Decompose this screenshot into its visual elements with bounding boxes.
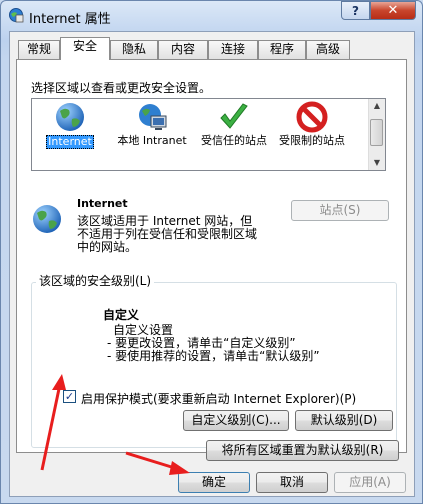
- default-level-button[interactable]: 默认级别(D): [295, 410, 393, 431]
- tab-privacy[interactable]: 隐私: [110, 40, 158, 59]
- zone-label: 本地 Intranet: [117, 134, 187, 147]
- scroll-down-arrow-icon[interactable]: ▼: [369, 156, 385, 170]
- help-button[interactable]: ?: [341, 1, 370, 20]
- tab-programs[interactable]: 程序: [258, 40, 306, 59]
- tab-general[interactable]: 常规: [18, 40, 60, 59]
- internet-properties-window: Internet 属性 ? ✕ 常规 安全 隐私 内容 连接 程序 高级 选择区…: [0, 0, 423, 504]
- security-tab-panel: 选择区域以查看或更改安全设置。 Internet 本地 Intranet 受信任…: [16, 59, 407, 461]
- apply-button[interactable]: 应用(A): [334, 472, 406, 493]
- protected-mode-checkbox[interactable]: ✓: [63, 390, 76, 403]
- zone-label: 受信任的站点: [201, 134, 267, 147]
- dialog-client-area: 常规 安全 隐私 内容 连接 程序 高级 选择区域以查看或更改安全设置。 Int…: [9, 31, 415, 497]
- ok-button[interactable]: 确定: [178, 472, 250, 493]
- security-level-title: 自定义: [103, 308, 140, 322]
- zone-list[interactable]: Internet 本地 Intranet 受信任的站点 受限制的站点 ▲ ▼: [31, 98, 386, 171]
- reset-all-zones-button[interactable]: 将所有区域重置为默认级别(R): [206, 440, 399, 461]
- cancel-button[interactable]: 取消: [256, 472, 328, 493]
- internet-options-icon: [9, 8, 24, 23]
- scroll-thumb[interactable]: [370, 119, 383, 146]
- zone-list-scrollbar[interactable]: ▲ ▼: [368, 99, 385, 170]
- tab-advanced[interactable]: 高级: [306, 40, 350, 59]
- sites-button[interactable]: 站点(S): [291, 200, 389, 221]
- globe-icon: [56, 103, 84, 131]
- zone-trusted-sites[interactable]: 受信任的站点: [198, 101, 270, 147]
- selected-zone-description: 该区域适用于 Internet 网站，但不适用于列在受信任和受限制区域中的网站。: [77, 214, 258, 254]
- zone-local-intranet[interactable]: 本地 Intranet: [116, 101, 188, 147]
- close-button[interactable]: ✕: [370, 1, 416, 20]
- tab-connections[interactable]: 连接: [208, 40, 258, 59]
- scroll-up-arrow-icon[interactable]: ▲: [369, 99, 385, 113]
- protected-mode-label[interactable]: 启用保护模式(要求重新启动 Internet Explorer)(P): [81, 390, 356, 407]
- title-bar[interactable]: Internet 属性 ? ✕: [1, 1, 422, 31]
- zone-instruction: 选择区域以查看或更改安全设置。: [31, 81, 212, 95]
- zone-internet[interactable]: Internet: [34, 101, 106, 149]
- restricted-icon: [296, 101, 328, 133]
- zone-label: 受限制的站点: [279, 134, 345, 147]
- security-level-group-label: 该区域的安全级别(L): [36, 272, 155, 289]
- custom-level-button[interactable]: 自定义级别(C)...: [183, 410, 289, 431]
- window-title: Internet 属性: [29, 12, 111, 27]
- zone-restricted-sites[interactable]: 受限制的站点: [276, 101, 348, 147]
- zone-label: Internet: [46, 135, 94, 149]
- checkmark-icon: [220, 103, 248, 129]
- tab-security[interactable]: 安全: [60, 37, 110, 60]
- tab-content[interactable]: 内容: [158, 40, 208, 59]
- security-level-description: 自定义设置 - 要更改设置，请单击“自定义级别” - 要使用推荐的设置，请单击“…: [107, 324, 320, 363]
- selected-zone-name: Internet: [77, 197, 128, 210]
- globe-icon: [33, 205, 61, 233]
- level-desc-line: - 要使用推荐的设置，请单击“默认级别”: [107, 349, 320, 363]
- intranet-icon: [139, 104, 167, 130]
